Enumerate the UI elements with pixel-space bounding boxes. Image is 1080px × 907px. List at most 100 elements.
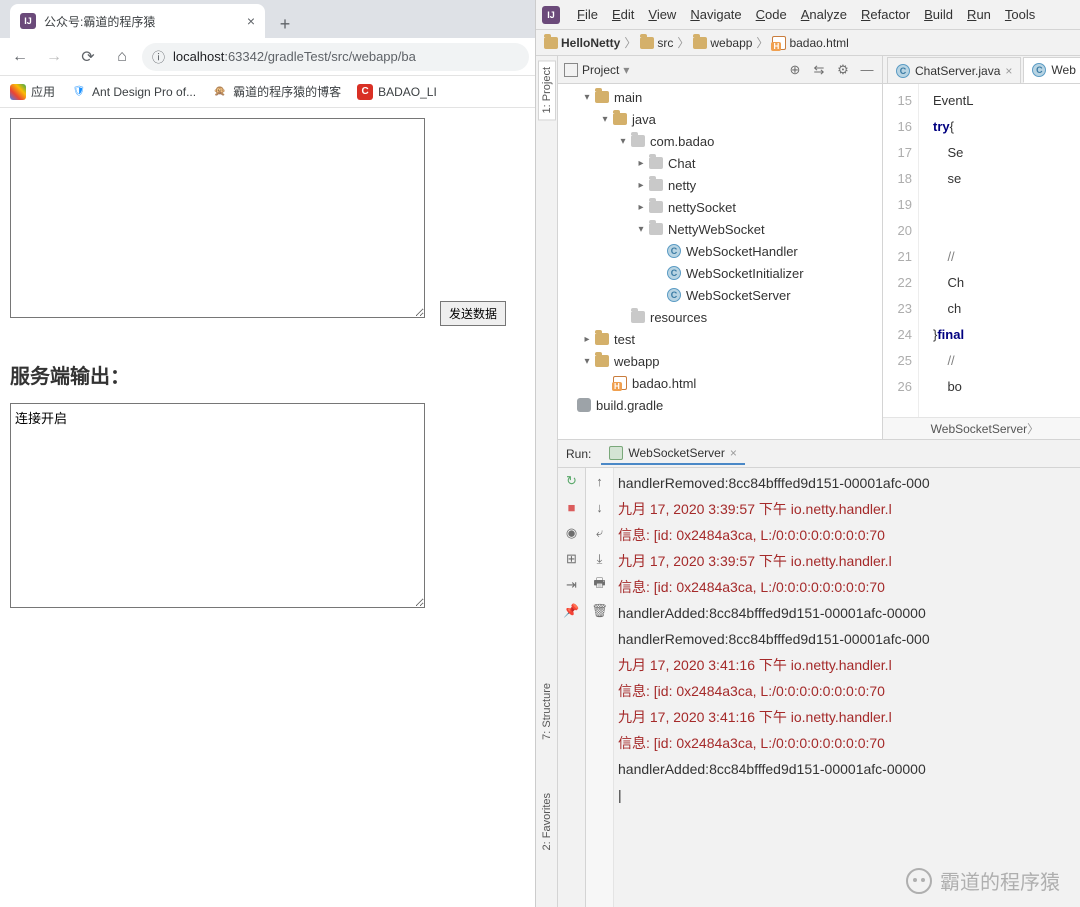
editor-tab-chatserver[interactable]: CChatServer.java× bbox=[887, 57, 1021, 83]
page-icon: 🙊 bbox=[212, 84, 228, 100]
home-button[interactable]: ⌂ bbox=[108, 43, 136, 71]
menu-code[interactable]: Code bbox=[749, 4, 794, 25]
class-icon: C bbox=[896, 64, 910, 78]
menu-file[interactable]: File bbox=[570, 4, 605, 25]
c-icon: C bbox=[357, 84, 373, 100]
run-toolbar-secondary: ↑ ↓ ⤶ ⤓ 🖶 🗑 bbox=[586, 468, 614, 907]
line-numbers: 15 16 17 18 19 20 21 22 23 24 25 26 bbox=[883, 84, 919, 417]
close-icon[interactable]: × bbox=[730, 446, 737, 460]
close-icon[interactable]: × bbox=[1005, 64, 1012, 78]
favicon-icon: IJ bbox=[20, 13, 36, 29]
folder-icon bbox=[640, 37, 654, 49]
hide-icon[interactable]: — bbox=[858, 61, 876, 79]
folder-icon bbox=[693, 37, 707, 49]
run-tab[interactable]: WebSocketServer × bbox=[601, 443, 745, 465]
left-gutter: 1: Project 7: Structure 2: Favorites bbox=[536, 56, 558, 907]
node-nettysocket[interactable]: ▸nettySocket bbox=[558, 196, 882, 218]
rerun-button[interactable]: ↻ bbox=[563, 472, 581, 490]
new-tab-button[interactable]: + bbox=[271, 10, 299, 38]
response-output[interactable]: 连接开启 bbox=[10, 403, 425, 608]
menu-run[interactable]: Run bbox=[960, 4, 998, 25]
server-output-label: 服务端输出： bbox=[10, 360, 525, 389]
code-editor[interactable]: 15 16 17 18 19 20 21 22 23 24 25 26 Even… bbox=[883, 84, 1080, 417]
url-bar[interactable]: ⓘ localhost:63342/gradleTest/src/webapp/… bbox=[142, 43, 529, 71]
reload-button[interactable]: ⟳ bbox=[74, 43, 102, 71]
close-icon[interactable]: × bbox=[247, 13, 255, 29]
menu-analyze[interactable]: Analyze bbox=[794, 4, 854, 25]
node-badao[interactable]: badao.html bbox=[558, 372, 882, 394]
editor-breadcrumb[interactable]: WebSocketServer 〉 bbox=[883, 417, 1080, 439]
run-panel: Run: WebSocketServer × ↻ ■ ◉ ⊞ ⇥ 📌 bbox=[558, 440, 1080, 907]
pin-icon[interactable]: 📌 bbox=[563, 602, 581, 620]
crumb-file[interactable]: badao.html bbox=[772, 36, 848, 50]
bookmark-ant[interactable]: 🛡Ant Design Pro of... bbox=[71, 84, 196, 100]
node-wsserver[interactable]: CWebSocketServer bbox=[558, 284, 882, 306]
node-main[interactable]: ▾main bbox=[558, 86, 882, 108]
tab-structure[interactable]: 7: Structure bbox=[538, 676, 556, 747]
console-output[interactable]: handlerRemoved:8cc84bfffed9d151-00001afc… bbox=[614, 468, 1080, 907]
menu-refactor[interactable]: Refactor bbox=[854, 4, 917, 25]
tab-project[interactable]: 1: Project bbox=[538, 60, 556, 120]
project-tree[interactable]: ▾main▾java▾com.badao▸Chat▸netty▸nettySoc… bbox=[558, 84, 882, 439]
ide-window: IJ FileEditViewNavigateCodeAnalyzeRefact… bbox=[536, 0, 1080, 907]
code-content: EventLtry{ Se se // Ch ch}final // bo bbox=[919, 84, 1080, 417]
node-wshandler[interactable]: CWebSocketHandler bbox=[558, 240, 882, 262]
layout-icon[interactable]: ⊞ bbox=[563, 550, 581, 568]
print-icon[interactable]: 🖶 bbox=[591, 576, 609, 594]
crumb-webapp[interactable]: webapp bbox=[693, 36, 752, 50]
ide-menu-bar: IJ FileEditViewNavigateCodeAnalyzeRefact… bbox=[536, 0, 1080, 30]
bookmark-blog[interactable]: 🙊霸道的程序猿的博客 bbox=[212, 83, 341, 100]
class-icon: C bbox=[1032, 63, 1046, 77]
camera-icon[interactable]: ◉ bbox=[563, 524, 581, 542]
node-webapp[interactable]: ▾webapp bbox=[558, 350, 882, 372]
menu-navigate[interactable]: Navigate bbox=[683, 4, 748, 25]
node-chat[interactable]: ▸Chat bbox=[558, 152, 882, 174]
browser-window: IJ 公众号:霸道的程序猿 × + ← → ⟳ ⌂ ⓘ localhost:63… bbox=[0, 0, 536, 907]
folder-icon bbox=[544, 37, 558, 49]
node-netty[interactable]: ▸netty bbox=[558, 174, 882, 196]
message-input[interactable] bbox=[10, 118, 425, 318]
exit-icon[interactable]: ⇥ bbox=[563, 576, 581, 594]
target-icon[interactable]: ⊕ bbox=[786, 61, 804, 79]
page-content: 发送数据 服务端输出： 连接开启 bbox=[0, 108, 535, 907]
node-pkg[interactable]: ▾com.badao bbox=[558, 130, 882, 152]
apps-button[interactable]: 应用 bbox=[10, 83, 55, 100]
bookmark-badao[interactable]: CBADAO_LI bbox=[357, 84, 437, 100]
node-java[interactable]: ▾java bbox=[558, 108, 882, 130]
intellij-icon: IJ bbox=[542, 6, 560, 24]
back-button[interactable]: ← bbox=[6, 43, 34, 71]
menu-tools[interactable]: Tools bbox=[998, 4, 1042, 25]
wrap-icon[interactable]: ⤶ bbox=[591, 524, 609, 542]
stop-button[interactable]: ■ bbox=[563, 498, 581, 516]
run-label: Run: bbox=[566, 447, 591, 461]
down-icon[interactable]: ↓ bbox=[591, 498, 609, 516]
menu-view[interactable]: View bbox=[641, 4, 683, 25]
gear-icon[interactable]: ⚙ bbox=[834, 61, 852, 79]
editor-tab-web[interactable]: CWeb bbox=[1023, 57, 1080, 83]
apps-icon bbox=[10, 84, 26, 100]
breadcrumb: HelloNetty 〉 src 〉 webapp 〉 badao.html bbox=[536, 30, 1080, 56]
crumb-root[interactable]: HelloNetty bbox=[544, 36, 620, 50]
forward-button[interactable]: → bbox=[40, 43, 68, 71]
up-icon[interactable]: ↑ bbox=[591, 472, 609, 490]
crumb-src[interactable]: src bbox=[640, 36, 673, 50]
scroll-icon[interactable]: ⤓ bbox=[591, 550, 609, 568]
project-header: Project ▾ ⊕ ⇆ ⚙ — bbox=[558, 56, 882, 84]
run-header: Run: WebSocketServer × bbox=[558, 440, 1080, 468]
editor-tabs: CChatServer.java× CWeb bbox=[883, 56, 1080, 84]
node-resources[interactable]: resources bbox=[558, 306, 882, 328]
trash-icon[interactable]: 🗑 bbox=[591, 602, 609, 620]
node-nettywebsocket[interactable]: ▾NettyWebSocket bbox=[558, 218, 882, 240]
menu-edit[interactable]: Edit bbox=[605, 4, 641, 25]
run-config-icon bbox=[609, 446, 623, 460]
node-test[interactable]: ▸test bbox=[558, 328, 882, 350]
run-toolbar-primary: ↻ ■ ◉ ⊞ ⇥ 📌 bbox=[558, 468, 586, 907]
browser-tab[interactable]: IJ 公众号:霸道的程序猿 × bbox=[10, 4, 265, 38]
tab-favorites[interactable]: 2: Favorites bbox=[538, 786, 556, 857]
node-build[interactable]: build.gradle bbox=[558, 394, 882, 416]
collapse-icon[interactable]: ⇆ bbox=[810, 61, 828, 79]
menu-build[interactable]: Build bbox=[917, 4, 960, 25]
shield-icon: 🛡 bbox=[71, 84, 87, 100]
node-wsinit[interactable]: CWebSocketInitializer bbox=[558, 262, 882, 284]
send-button[interactable]: 发送数据 bbox=[440, 301, 506, 326]
